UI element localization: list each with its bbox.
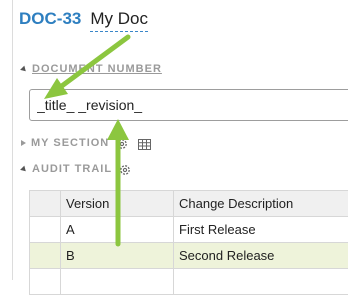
table-icon[interactable]: [138, 137, 150, 149]
my-section-header[interactable]: MY SECTION: [21, 137, 150, 149]
change-description-cell: First Release: [174, 217, 348, 243]
collapse-triangle-icon[interactable]: [20, 65, 28, 73]
table-row[interactable]: A First Release: [30, 217, 348, 243]
doc-title-editable[interactable]: My Doc: [90, 9, 148, 32]
row-select-cell[interactable]: [30, 217, 61, 243]
audit-trail-table: Version Change Description A First Relea…: [29, 190, 348, 295]
audit-trail-section-header[interactable]: AUDIT TRAIL: [21, 163, 131, 175]
version-cell: [61, 269, 174, 295]
document-number-section-header[interactable]: DOCUMENT NUMBER: [21, 63, 162, 75]
version-cell: B: [61, 243, 174, 269]
column-header-select: [30, 191, 61, 217]
table-row: [30, 269, 348, 295]
row-select-cell: [30, 269, 61, 295]
doc-id: DOC-33: [19, 9, 81, 29]
doc-header: DOC-33 My Doc: [19, 9, 148, 33]
change-description-cell: [174, 269, 348, 295]
gear-icon[interactable]: [119, 163, 131, 175]
left-divider: [12, 0, 13, 280]
table-row[interactable]: B Second Release: [30, 243, 348, 269]
row-select-cell[interactable]: [30, 243, 61, 269]
table-header-row: Version Change Description: [30, 191, 348, 217]
my-section-label: MY SECTION: [31, 137, 109, 149]
version-cell: A: [61, 217, 174, 243]
audit-trail-label: AUDIT TRAIL: [32, 163, 112, 175]
gear-icon[interactable]: [116, 137, 128, 149]
column-header-change-description[interactable]: Change Description: [174, 191, 348, 217]
document-number-input[interactable]: [29, 89, 348, 121]
column-header-version[interactable]: Version: [61, 191, 174, 217]
change-description-cell: Second Release: [174, 243, 348, 269]
expand-triangle-icon[interactable]: [21, 140, 26, 146]
collapse-triangle-icon[interactable]: [20, 165, 28, 173]
document-number-label: DOCUMENT NUMBER: [32, 63, 162, 75]
